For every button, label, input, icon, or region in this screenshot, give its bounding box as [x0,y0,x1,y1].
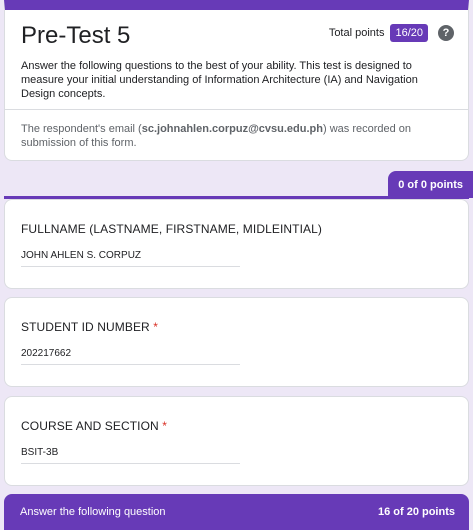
question-text: COURSE AND SECTION [21,419,159,433]
email-recorded-note: The respondent's email (sc.johnahlen.cor… [21,122,454,150]
total-points-label: Total points [328,27,385,39]
question-card-fullname: FULLNAME (LASTNAME, FIRSTNAME, MIDLEINTI… [4,199,469,289]
required-asterisk: * [162,419,168,433]
answer-field[interactable]: BSIT-3B [21,447,240,464]
form-description: Answer the following questions to the be… [21,60,418,100]
answer-field[interactable]: JOHN AHLEN S. CORPUZ [21,250,240,267]
header-divider [5,109,468,110]
required-asterisk: * [153,320,159,334]
respondent-email: sc.johnahlen.corpuz@cvsu.edu.ph [141,123,323,135]
section-points: 16 of 20 points [377,506,455,518]
section-points-badge: 0 of 0 points [388,171,473,198]
question-label: COURSE AND SECTION * [21,419,167,433]
help-icon[interactable]: ? [438,25,454,41]
section-title: Answer the following question [20,506,166,518]
total-points-badge: 16/20 [390,24,428,42]
form-title: Pre-Test 5 [21,22,131,49]
question-label: STUDENT ID NUMBER * [21,320,158,334]
question-card-course-section: COURSE AND SECTION * BSIT-3B [4,396,469,486]
total-points: Total points 16/20 ? [329,24,454,42]
question-card-student-id: STUDENT ID NUMBER * 202217662 [4,297,469,387]
question-label: FULLNAME (LASTNAME, FIRSTNAME, MIDLEINTI… [21,222,322,236]
email-note-prefix: The respondent's email ( [21,123,142,135]
question-text: FULLNAME (LASTNAME, FIRSTNAME, MIDLEINTI… [21,222,323,236]
form-header-card: Pre-Test 5 Total points 16/20 ? Answer t… [4,0,469,161]
question-text: STUDENT ID NUMBER [21,320,150,334]
answer-field[interactable]: 202217662 [21,348,240,365]
section-header-bar: Answer the following question 16 of 20 p… [4,494,469,530]
